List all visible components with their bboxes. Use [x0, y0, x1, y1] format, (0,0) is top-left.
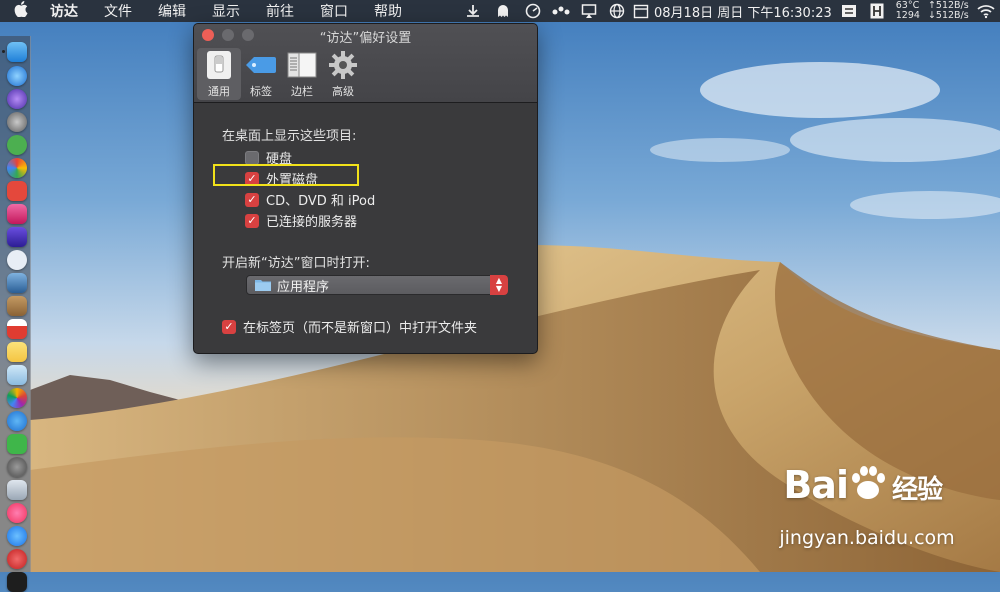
calendar-app-icon[interactable]	[7, 319, 27, 339]
apple-menu-icon[interactable]	[14, 1, 28, 21]
fan-readout: 1294	[895, 10, 920, 21]
checkbox-cd-dvd-ipod[interactable]: ✓ CD、DVD 和 iPod	[245, 190, 375, 209]
facetime-app-icon[interactable]	[7, 434, 27, 454]
download-icon[interactable]	[462, 0, 484, 22]
notes-app-icon[interactable]	[7, 342, 27, 362]
safari-app-icon[interactable]	[7, 66, 27, 86]
checkbox-box[interactable]	[245, 150, 259, 165]
tab-sidebar[interactable]: 边栏	[280, 48, 324, 100]
tab-tags[interactable]: 标签	[239, 48, 283, 100]
compass-app-icon[interactable]	[7, 250, 27, 270]
switch-icon	[203, 50, 235, 80]
system-preferences-app-icon[interactable]	[7, 457, 27, 477]
tab-general[interactable]: 通用	[197, 48, 241, 100]
new-window-target-popup[interactable]: 应用程序 ▲ ▼	[246, 275, 508, 295]
tab-tags-label: 标签	[250, 85, 272, 98]
title-bar: “访达”偏好设置 通用 标签 边栏 高级	[194, 24, 537, 103]
app-store-icon[interactable]	[7, 526, 27, 546]
paw-icon	[851, 466, 885, 499]
wifi-icon[interactable]	[975, 0, 997, 22]
chrome-app-icon[interactable]	[7, 158, 27, 178]
menu-edit[interactable]: 编辑	[158, 1, 186, 21]
preview-app-icon[interactable]	[7, 273, 27, 293]
tab-general-label: 通用	[208, 85, 230, 98]
checkbox-open-in-tabs[interactable]: ✓ 在标签页（而不是新窗口）中打开文件夹	[222, 317, 477, 336]
android-app-icon[interactable]	[7, 135, 27, 155]
checkbox-label: 已连接的服务器	[266, 215, 358, 230]
menu-file[interactable]: 文件	[104, 1, 132, 21]
terminal-app-icon[interactable]	[7, 572, 27, 592]
tab-sidebar-label: 边栏	[291, 85, 313, 98]
checkmark-icon[interactable]: ✓	[245, 192, 259, 207]
purple-app-icon[interactable]	[7, 227, 27, 247]
keynote-app-icon[interactable]	[7, 480, 27, 500]
app-h-icon[interactable]	[866, 0, 888, 22]
pink-app-icon[interactable]	[7, 204, 27, 224]
desktop-items-heading: 在桌面上显示这些项目:	[222, 129, 357, 144]
window-title: “访达”偏好设置	[319, 31, 412, 46]
network-stats[interactable]: ↑512B/s ↓512B/s	[928, 1, 969, 21]
popup-value: 应用程序	[277, 279, 330, 295]
new-window-heading: 开启新“访达”窗口时打开:	[222, 256, 370, 271]
running-indicator	[2, 50, 5, 53]
speedometer-icon[interactable]	[522, 0, 544, 22]
system-stats[interactable]: 63°C 1294	[896, 1, 920, 21]
input-source-icon[interactable]	[838, 0, 860, 22]
tab-advanced-label: 高级	[332, 85, 354, 98]
net-down-readout: ↓512B/s	[927, 10, 969, 21]
checkmark-icon[interactable]: ✓	[222, 319, 236, 334]
menu-view[interactable]: 显示	[212, 1, 240, 21]
menu-finder[interactable]: 访达	[50, 1, 78, 21]
messages-app-icon[interactable]	[7, 411, 27, 431]
folder-icon	[255, 279, 271, 291]
notebook-app-icon[interactable]	[7, 296, 27, 316]
menu-go[interactable]: 前往	[266, 1, 294, 21]
checkbox-label: CD、DVD 和 iPod	[266, 194, 376, 209]
finder-app-icon[interactable]	[7, 42, 27, 62]
ghost-icon[interactable]	[492, 0, 514, 22]
watermark-brand: Bai 经验	[783, 463, 943, 507]
red-app-icon[interactable]	[7, 181, 27, 201]
annotation-highlight-box	[213, 164, 359, 186]
finder-preferences-window: “访达”偏好设置 通用 标签 边栏 高级 在桌面上显示这些项目: 硬盘 ✓ 外置…	[193, 23, 538, 354]
baidu-watermark: Bai 经验 jingyan.baidu.com	[779, 463, 954, 549]
siri-app-icon[interactable]	[7, 89, 27, 109]
maps-app-icon[interactable]	[7, 365, 27, 385]
dock	[0, 36, 31, 592]
checkmark-icon[interactable]: ✓	[245, 213, 259, 228]
tab-advanced[interactable]: 高级	[321, 48, 365, 100]
sidebar-icon	[286, 50, 318, 80]
calendar-icon[interactable]	[630, 0, 652, 22]
screen-mirroring-icon[interactable]	[578, 0, 600, 22]
launchpad-app-icon[interactable]	[7, 112, 27, 132]
watermark-url: jingyan.baidu.com	[779, 527, 955, 549]
checkbox-connected-servers[interactable]: ✓ 已连接的服务器	[245, 211, 357, 230]
popup-chevron-icon: ▲ ▼	[490, 275, 508, 295]
globe-icon[interactable]	[606, 0, 628, 22]
vivaldi-app-icon[interactable]	[7, 549, 27, 569]
tag-icon	[245, 50, 277, 80]
menu-help[interactable]: 帮助	[374, 1, 402, 21]
music-app-icon[interactable]	[7, 503, 27, 523]
photos-app-icon[interactable]	[7, 388, 27, 408]
dots-icon[interactable]	[550, 0, 572, 22]
checkbox-label: 在标签页（而不是新窗口）中打开文件夹	[243, 321, 478, 336]
menubar-status-area: 08月18日 周日 下午16:30:23 63°C 1294 ↑512B/s ↓…	[462, 0, 997, 22]
menu-window[interactable]: 窗口	[320, 1, 348, 21]
clock-text[interactable]: 08月18日 周日 下午16:30:23	[654, 2, 832, 21]
gear-icon	[327, 50, 359, 80]
